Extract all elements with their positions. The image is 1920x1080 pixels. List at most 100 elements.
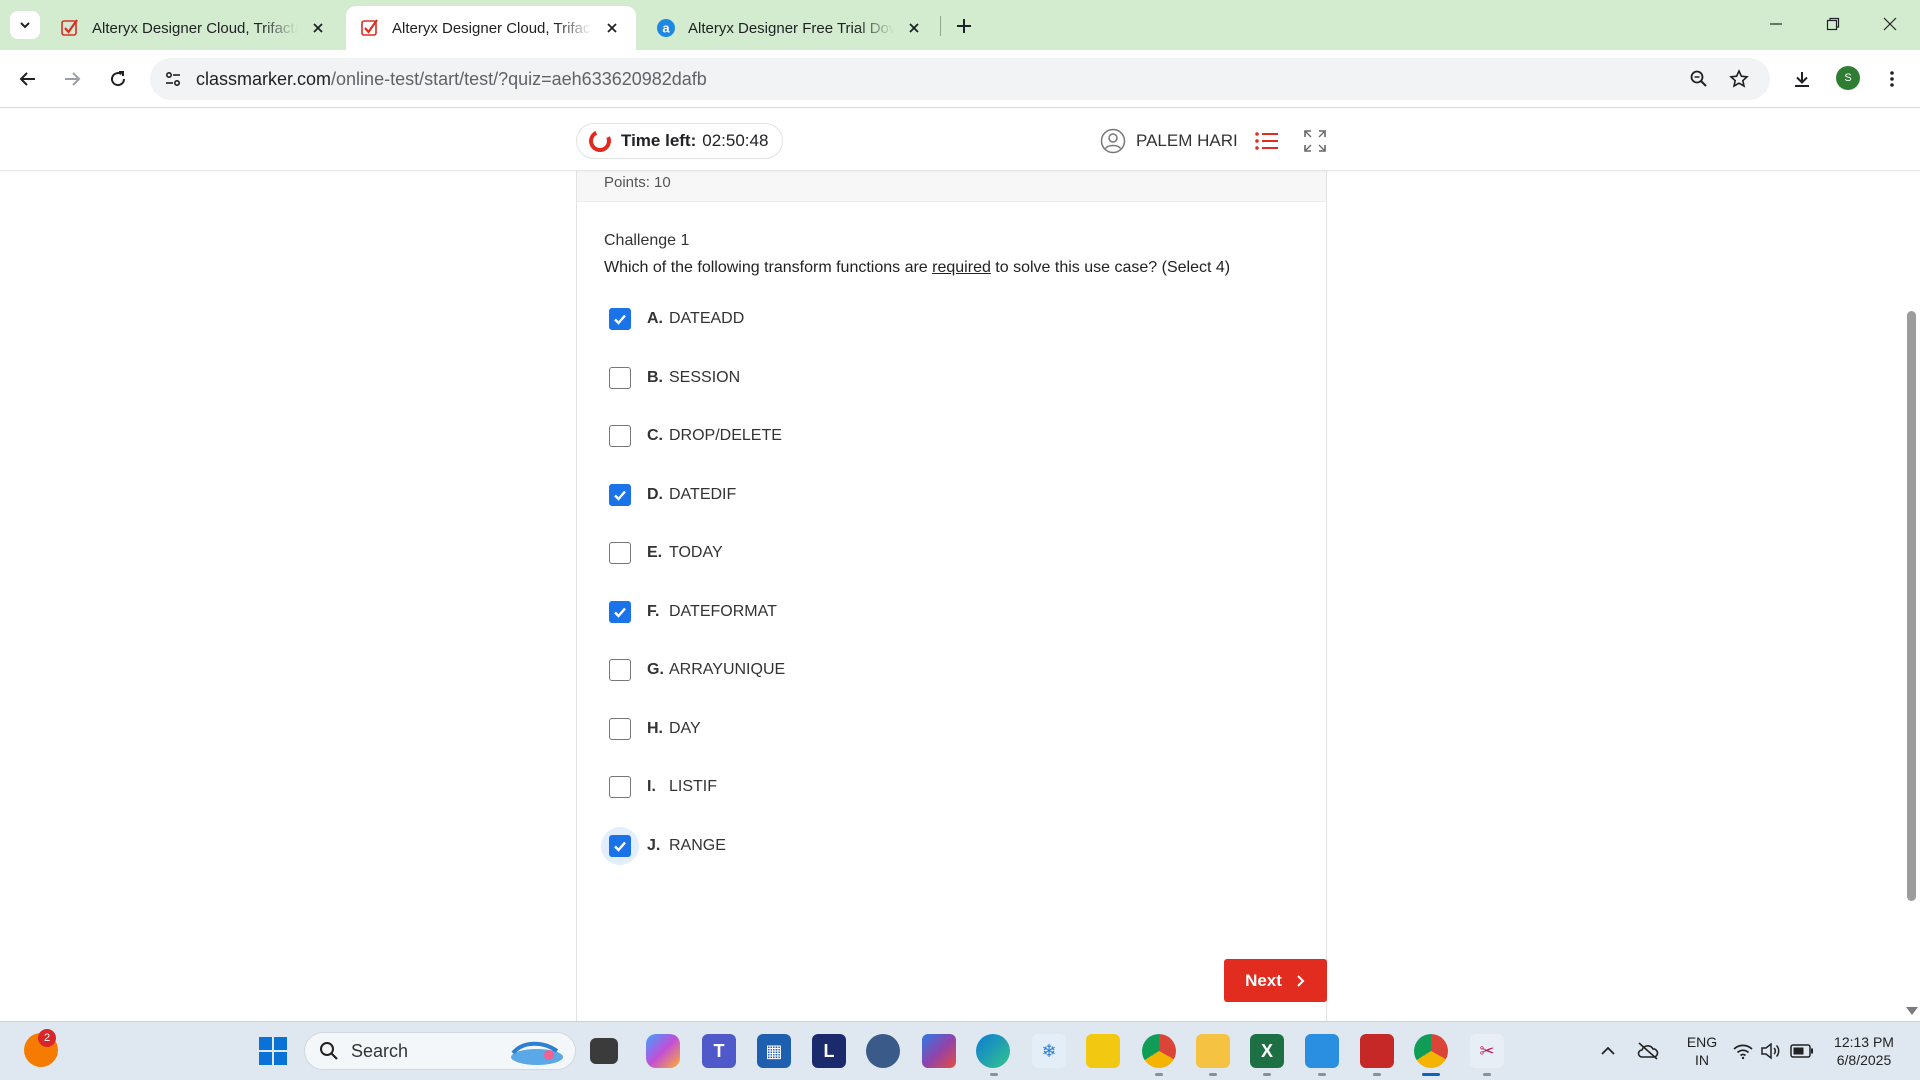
- window-close-button[interactable]: [1862, 4, 1918, 44]
- option-label: DROP/DELETE: [669, 427, 782, 444]
- option-label: RANGE: [669, 837, 726, 854]
- chrome-profile-icon[interactable]: [1414, 1034, 1448, 1068]
- new-tab-button[interactable]: [950, 12, 978, 40]
- chevron-down-icon: [20, 22, 30, 29]
- tab-1[interactable]: Alteryx Designer Cloud, Trifacta: [46, 6, 342, 50]
- option-c-checkbox[interactable]: [609, 425, 631, 447]
- next-button[interactable]: Next: [1224, 959, 1327, 1002]
- option-j-checkbox[interactable]: [601, 827, 639, 865]
- option-a-checkbox[interactable]: [609, 308, 631, 330]
- power-bi-icon[interactable]: [1086, 1034, 1120, 1068]
- zoom-icon[interactable]: [1688, 68, 1710, 90]
- downloads-button[interactable]: [1786, 63, 1818, 95]
- question-text-start: Which of the following transform functio…: [604, 259, 933, 276]
- close-icon[interactable]: [904, 18, 924, 38]
- option-i[interactable]: I. LISTIF: [604, 767, 717, 807]
- clock[interactable]: 12:13 PM 6/8/2025: [1824, 1033, 1904, 1069]
- app-box-icon[interactable]: [1360, 1034, 1394, 1068]
- option-e-checkbox[interactable]: [609, 542, 631, 564]
- option-f[interactable]: F. DATEFORMAT: [604, 592, 777, 632]
- task-view-icon[interactable]: [590, 1038, 618, 1064]
- option-b[interactable]: B. SESSION: [604, 358, 740, 398]
- user-info: PALEM HARI: [1100, 127, 1238, 155]
- option-letter: F.: [647, 603, 660, 620]
- option-c[interactable]: C. DROP/DELETE: [604, 416, 782, 456]
- windows-start-icon[interactable]: [256, 1034, 290, 1068]
- back-button[interactable]: [12, 63, 44, 95]
- timer-ring-icon: [585, 126, 615, 156]
- close-icon[interactable]: [308, 18, 328, 38]
- option-letter: B.: [647, 369, 663, 386]
- tab-separator: [940, 16, 941, 36]
- snowflake-icon[interactable]: ❄: [1032, 1034, 1066, 1068]
- excel-icon[interactable]: X: [1250, 1034, 1284, 1068]
- option-f-checkbox[interactable]: [609, 601, 631, 623]
- tab-2-active[interactable]: Alteryx Designer Cloud, Trifacta: [346, 6, 636, 50]
- microsoft-store-icon[interactable]: ▦: [757, 1034, 791, 1068]
- snipping-tool-icon[interactable]: ✂: [1470, 1034, 1504, 1068]
- file-explorer-icon[interactable]: [1196, 1034, 1230, 1068]
- option-g[interactable]: G. ARRAYUNIQUE: [604, 650, 785, 690]
- question-list-button[interactable]: [1253, 127, 1281, 155]
- address-bar[interactable]: classmarker.com/online-test/start/test/?…: [150, 58, 1770, 100]
- cloud-offline-icon[interactable]: [1636, 1040, 1660, 1062]
- restore-icon: [1826, 17, 1840, 31]
- fullscreen-button[interactable]: [1301, 127, 1329, 155]
- url-text: classmarker.com/online-test/start/test/?…: [196, 69, 707, 90]
- language-indicator[interactable]: ENG IN: [1682, 1033, 1722, 1069]
- scroll-down-arrow-icon[interactable]: [1906, 1007, 1918, 1015]
- option-e[interactable]: E. TODAY: [604, 533, 723, 573]
- site-info-icon[interactable]: [162, 68, 184, 90]
- option-label: LISTIF: [669, 778, 718, 795]
- m365-icon[interactable]: [922, 1034, 956, 1068]
- reload-button[interactable]: [102, 63, 134, 95]
- teams-icon[interactable]: T: [702, 1034, 736, 1068]
- option-letter: E.: [647, 544, 663, 561]
- option-j[interactable]: J. RANGE: [601, 826, 726, 866]
- arrow-left-icon: [19, 72, 35, 86]
- copilot-icon[interactable]: [646, 1034, 680, 1068]
- edge-icon[interactable]: [976, 1034, 1010, 1068]
- question-body: Challenge 1 Which of the following trans…: [604, 232, 1304, 277]
- option-d-checkbox[interactable]: [609, 484, 631, 506]
- bookmark-star-icon[interactable]: [1728, 68, 1750, 90]
- taskbar-search-placeholder: Search: [351, 1040, 409, 1061]
- clock-time: 12:13 PM: [1834, 1034, 1894, 1050]
- option-label: SESSION: [669, 369, 741, 386]
- tab-3[interactable]: a Alteryx Designer Free Trial Down: [642, 6, 938, 50]
- photos-icon[interactable]: [1305, 1034, 1339, 1068]
- option-h-checkbox[interactable]: [609, 718, 631, 740]
- chevron-up-icon[interactable]: [1600, 1044, 1616, 1058]
- media-player-icon[interactable]: [866, 1034, 900, 1068]
- option-label: DATEDIF: [669, 486, 737, 503]
- forward-button[interactable]: [56, 63, 88, 95]
- question-title: Challenge 1: [604, 232, 690, 249]
- profile-avatar[interactable]: S: [1836, 66, 1860, 90]
- restore-button[interactable]: [1805, 4, 1861, 44]
- option-letter: H.: [647, 720, 663, 737]
- option-b-checkbox[interactable]: [609, 367, 631, 389]
- option-g-checkbox[interactable]: [609, 659, 631, 681]
- option-label: DAY: [669, 720, 701, 737]
- option-d[interactable]: D. DATEDIF: [604, 475, 736, 515]
- checkmark-icon: [614, 607, 626, 618]
- volume-icon[interactable]: [1760, 1042, 1782, 1060]
- classmarker-check-icon: [60, 18, 80, 38]
- close-icon: [1883, 17, 1897, 31]
- option-h[interactable]: H. DAY: [604, 709, 701, 749]
- close-icon[interactable]: [602, 18, 622, 38]
- option-i-checkbox[interactable]: [609, 776, 631, 798]
- tab-search-button[interactable]: [10, 11, 40, 39]
- scrollbar-thumb[interactable]: [1907, 311, 1916, 901]
- browser-menu-button[interactable]: [1876, 63, 1908, 95]
- chrome-icon[interactable]: [1142, 1034, 1176, 1068]
- wifi-icon[interactable]: [1732, 1042, 1754, 1060]
- minimize-button[interactable]: [1748, 4, 1804, 44]
- taskbar-search[interactable]: Search: [304, 1032, 576, 1070]
- user-icon: [1100, 128, 1126, 154]
- option-a[interactable]: A. DATEADD: [604, 299, 744, 339]
- battery-icon[interactable]: [1790, 1044, 1814, 1058]
- page-scrollbar[interactable]: [1902, 171, 1920, 1021]
- lumen-l-icon[interactable]: L: [812, 1034, 846, 1068]
- question-card-header: Points: 10: [577, 171, 1326, 202]
